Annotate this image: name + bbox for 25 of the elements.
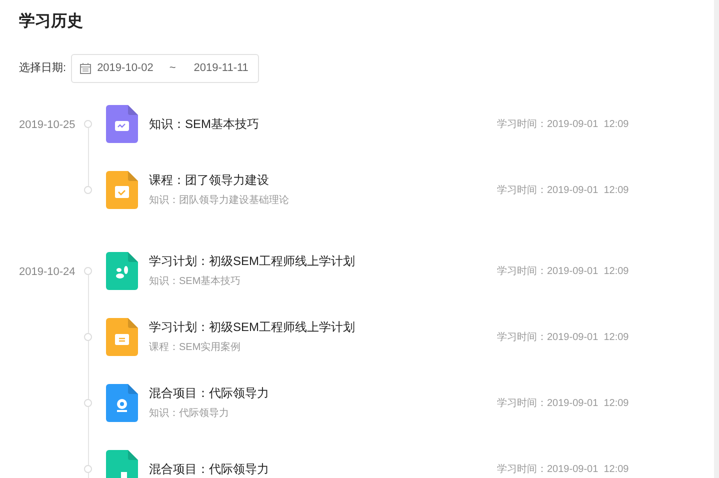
start-date: 2019-10-02 bbox=[97, 61, 154, 76]
study-time: 学习时间：2019-09-01 12:09 bbox=[497, 462, 629, 476]
study-time: 学习时间：2019-09-01 12:09 bbox=[497, 184, 629, 198]
item-title[interactable]: 混合项目：代际领导力 bbox=[149, 386, 497, 401]
item-subtitle: 知识：团队领导力建设基础理论 bbox=[149, 194, 290, 207]
study-time: 学习时间：2019-09-01 12:09 bbox=[497, 330, 629, 344]
date-text: 2019-10-24 bbox=[19, 266, 76, 278]
date-range-picker[interactable]: 2019-10-02 ~ 2019-11-11 bbox=[71, 54, 260, 83]
item-title[interactable]: 学习计划：初级SEM工程师线上学计划 bbox=[149, 254, 497, 269]
calendar-icon bbox=[80, 63, 92, 74]
item-title[interactable]: 混合项目：代际领导力 bbox=[149, 462, 497, 476]
item-title[interactable]: 知识：SEM基本技巧 bbox=[149, 116, 497, 132]
item-subtitle: 知识：代际领导力 bbox=[149, 407, 230, 420]
end-date: 2019-11-11 bbox=[194, 61, 248, 76]
item-subtitle: 课程：SEM实用案例 bbox=[149, 341, 242, 354]
study-time: 学习时间：2019-09-01 12:09 bbox=[497, 396, 629, 410]
item-title[interactable]: 学习计划：初级SEM工程师线上学计划 bbox=[149, 320, 497, 335]
date-text: 2019-10-25 bbox=[19, 119, 76, 131]
page-title: 学习历史 bbox=[19, 12, 84, 32]
item-title[interactable]: 课程：团了领导力建设 bbox=[149, 173, 497, 188]
range-separator: ~ bbox=[169, 61, 176, 76]
study-time: 学习时间：2019-09-01 12:09 bbox=[497, 264, 629, 278]
item-subtitle: 知识：SEM基本技巧 bbox=[149, 275, 242, 288]
date-label: 选择日期: bbox=[19, 61, 66, 76]
study-time: 学习时间：2019-09-01 12:09 bbox=[497, 118, 629, 132]
